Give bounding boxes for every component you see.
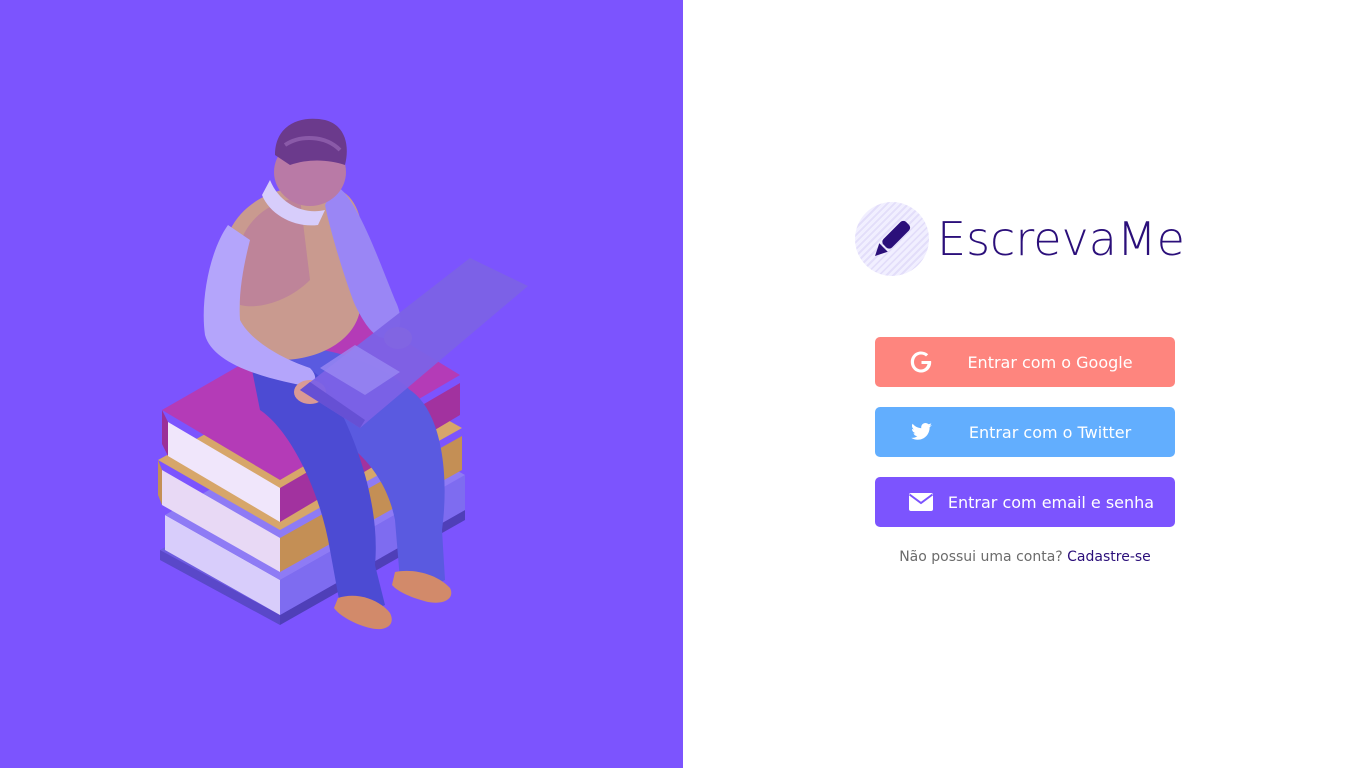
login-options: Entrar com o Google Entrar com o Twitter…: [875, 337, 1175, 565]
login-page: EscrevaMe Entrar com o Google Entrar com…: [0, 0, 1366, 768]
twitter-login-button[interactable]: Entrar com o Twitter: [875, 407, 1175, 457]
signup-prompt-text: Não possui uma conta?: [899, 549, 1063, 565]
email-login-label: Entrar com email e senha: [947, 493, 1155, 512]
brand-name: EscrevaMe: [937, 212, 1185, 266]
logo-badge: [855, 202, 929, 276]
google-login-label: Entrar com o Google: [967, 353, 1133, 372]
twitter-login-label: Entrar com o Twitter: [968, 423, 1132, 442]
email-login-button[interactable]: Entrar com email e senha: [875, 477, 1175, 527]
illustration-panel: [0, 0, 683, 768]
signup-link[interactable]: Cadastre-se: [1067, 549, 1151, 565]
signup-prompt: Não possui uma conta? Cadastre-se: [875, 549, 1175, 565]
google-login-button[interactable]: Entrar com o Google: [875, 337, 1175, 387]
login-panel: EscrevaMe Entrar com o Google Entrar com…: [683, 0, 1366, 768]
brand-logo: EscrevaMe: [855, 202, 1185, 276]
person-with-laptop-on-books-illustration: [158, 118, 528, 630]
pencil-icon: [875, 220, 911, 256]
